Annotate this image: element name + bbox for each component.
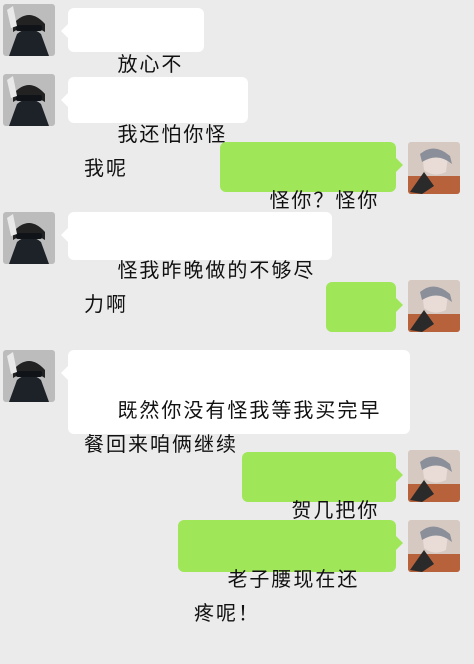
self-avatar[interactable] [408, 520, 460, 572]
outgoing-message-bubble[interactable]: …… [326, 282, 403, 386]
incoming-message-bubble[interactable]: 怪我昨晚做的不够尽力啊 [61, 212, 332, 316]
contact-avatar[interactable] [3, 350, 55, 402]
message-text: 我还怕你怪我呢 [84, 122, 228, 180]
outgoing-message-bubble[interactable]: 贺几把你敢！ [242, 452, 403, 556]
self-avatar[interactable] [408, 280, 460, 332]
incoming-message-bubble[interactable]: 既然你没有怪我等我买完早餐回来咱俩继续 [61, 350, 410, 456]
self-avatar[interactable] [408, 142, 460, 194]
message-text: 怪我昨晚做的不够尽力啊 [84, 258, 316, 316]
outgoing-message-bubble[interactable]: 老子腰现在还疼呢！ [178, 520, 403, 625]
contact-avatar[interactable] [3, 74, 55, 126]
incoming-message-bubble[interactable]: 我还怕你怪我呢 [61, 77, 248, 180]
self-avatar[interactable] [408, 450, 460, 502]
incoming-message-bubble[interactable]: 放心不会的 [61, 8, 204, 110]
message-text: 老子腰现在还疼呢！ [194, 567, 360, 625]
contact-avatar[interactable] [3, 212, 55, 264]
outgoing-message-bubble[interactable]: 怪你？怪你什么 [220, 142, 403, 246]
contact-avatar[interactable] [3, 4, 55, 56]
message-text: 既然你没有怪我等我买完早餐回来咱俩继续 [84, 398, 382, 456]
